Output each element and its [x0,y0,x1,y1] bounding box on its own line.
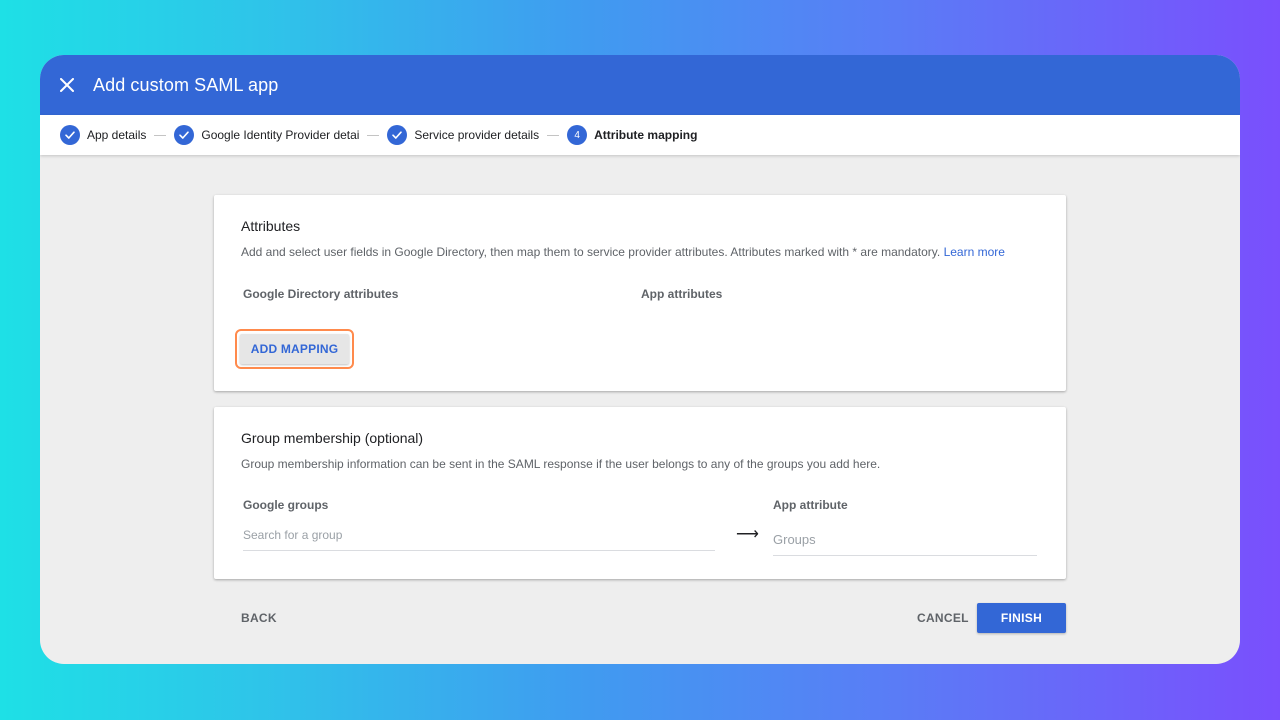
step-service-provider[interactable]: Service provider details [387,125,539,145]
back-button[interactable]: BACK [235,610,283,626]
add-mapping-highlight: ADD MAPPING [235,329,354,369]
cancel-button[interactable]: CANCEL [911,610,975,626]
dialog-title: Add custom SAML app [93,74,279,95]
col-directory-attributes: Google Directory attributes [243,287,399,301]
attributes-description: Add and select user fields in Google Dir… [241,245,1005,259]
close-button[interactable] [40,55,94,115]
step-label: Google Identity Provider details [201,128,360,142]
step-connector [367,134,380,136]
col-app-attribute: App attribute [773,498,848,512]
attributes-title: Attributes [241,218,301,234]
dialog-header: Add custom SAML app [40,55,1240,115]
close-icon [60,78,74,92]
step-label: Attribute mapping [594,128,698,142]
step-idp-details[interactable]: Google Identity Provider details [174,125,359,145]
group-membership-card: Group membership (optional) Group member… [214,407,1066,579]
step-label: Service provider details [414,128,540,142]
learn-more-link[interactable]: Learn more [944,245,1005,259]
check-icon [387,125,408,145]
stepper: App details Google Identity Provider det… [40,115,1240,155]
step-label: App details [87,128,147,142]
group-membership-description: Group membership information can be sent… [241,457,881,471]
group-membership-title: Group membership (optional) [241,430,424,446]
check-icon [60,125,80,145]
app-attribute-input[interactable] [773,532,1037,556]
arrow-right-icon: ⟶ [736,526,759,543]
step-attribute-mapping[interactable]: 4 Attribute mapping [567,125,697,145]
step-connector [154,134,167,136]
saml-app-dialog: Add custom SAML app App details Google I… [40,55,1240,664]
add-mapping-button[interactable]: ADD MAPPING [240,334,349,364]
step-connector [547,134,560,136]
step-app-details[interactable]: App details [60,125,146,145]
check-icon [174,125,195,145]
step-number: 4 [567,125,588,145]
attributes-card: Attributes Add and select user fields in… [214,195,1066,391]
col-app-attributes: App attributes [641,287,723,301]
col-google-groups: Google groups [243,498,329,512]
finish-button[interactable]: FINISH [977,603,1066,633]
group-search-input[interactable] [243,528,715,551]
